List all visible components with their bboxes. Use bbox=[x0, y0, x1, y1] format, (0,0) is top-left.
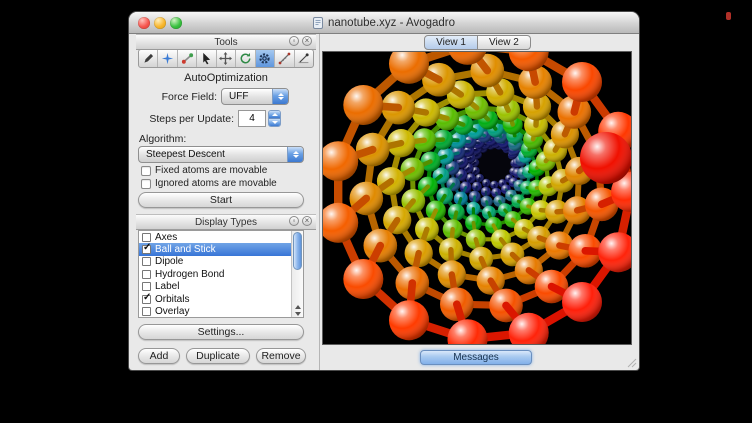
tab-view-2[interactable]: View 2 bbox=[478, 35, 531, 50]
resize-grip-icon[interactable] bbox=[626, 357, 637, 368]
scrollbar-thumb[interactable] bbox=[293, 232, 302, 270]
display-type-row[interactable]: Hydrogen Bond bbox=[139, 268, 303, 280]
display-types-panel-header: Display Types ◦ × bbox=[136, 214, 316, 230]
algorithm-label: Algorithm: bbox=[139, 133, 186, 145]
section-title: AutoOptimization bbox=[136, 72, 316, 84]
checkbox-icon[interactable] bbox=[142, 233, 151, 242]
checkbox-icon bbox=[141, 179, 151, 189]
duplicate-button[interactable]: Duplicate bbox=[186, 348, 250, 364]
add-button[interactable]: Add bbox=[138, 348, 180, 364]
measure-tool-icon bbox=[278, 52, 291, 65]
steps-per-update-label: Steps per Update: bbox=[133, 113, 234, 125]
ignored-atoms-checkbox[interactable]: Ignored atoms are movable bbox=[141, 178, 277, 189]
selection-tool[interactable] bbox=[197, 50, 216, 67]
titlebar[interactable]: nanotube.xyz - Avogadro bbox=[129, 12, 639, 34]
ignored-atoms-label: Ignored atoms are movable bbox=[155, 178, 277, 189]
force-field-select[interactable]: UFF bbox=[221, 88, 289, 105]
stepper-up-button[interactable] bbox=[269, 111, 280, 119]
display-type-label: Hydrogen Bond bbox=[155, 269, 225, 280]
nanotube-render bbox=[323, 52, 631, 344]
view-tabbar: View 1 View 2 bbox=[320, 34, 635, 50]
manipulate-tool-icon bbox=[219, 52, 232, 65]
checkbox-icon[interactable] bbox=[142, 270, 151, 279]
checkbox-icon[interactable]: ✓ bbox=[142, 295, 151, 304]
float-panel-icon[interactable]: ◦ bbox=[289, 216, 299, 226]
algorithm-select[interactable]: Steepest Descent bbox=[138, 146, 304, 163]
auto-optimize-tool[interactable] bbox=[256, 50, 275, 67]
molecule-canvas[interactable] bbox=[322, 51, 632, 345]
algorithm-value: Steepest Descent bbox=[139, 147, 287, 162]
tab-view-1[interactable]: View 1 bbox=[424, 35, 478, 50]
avogadro-window: nanotube.xyz - Avogadro Tools ◦ × bbox=[129, 12, 639, 370]
display-type-row[interactable]: ✓ Ball and Stick bbox=[139, 243, 303, 255]
minimize-window-button[interactable] bbox=[154, 17, 166, 29]
remove-button[interactable]: Remove bbox=[256, 348, 306, 364]
scroll-down-icon[interactable] bbox=[295, 312, 301, 316]
settings-button[interactable]: Settings... bbox=[138, 324, 304, 340]
window-title: nanotube.xyz - Avogadro bbox=[328, 17, 455, 29]
tools-panel-title: Tools bbox=[214, 37, 237, 48]
display-type-row[interactable]: Dipole bbox=[139, 256, 303, 268]
float-panel-icon[interactable]: ◦ bbox=[289, 36, 299, 46]
draw-tool-icon bbox=[142, 52, 155, 65]
fixed-atoms-label: Fixed atoms are movable bbox=[155, 165, 267, 176]
messages-button[interactable]: Messages bbox=[420, 350, 532, 365]
align-tool-icon bbox=[297, 52, 310, 65]
window-title-area: nanotube.xyz - Avogadro bbox=[313, 17, 455, 29]
display-type-row[interactable]: Overlay bbox=[139, 305, 303, 317]
align-tool[interactable] bbox=[295, 50, 313, 67]
display-type-label: Label bbox=[155, 281, 179, 292]
navigate-tool-icon bbox=[161, 52, 174, 65]
bond-centric-tool[interactable] bbox=[178, 50, 197, 67]
document-proxy-icon bbox=[313, 17, 323, 29]
steps-per-update-stepper: 4 bbox=[238, 110, 281, 127]
checkbox-icon[interactable] bbox=[142, 307, 151, 316]
display-type-label: Orbitals bbox=[155, 294, 189, 305]
checkbox-icon[interactable] bbox=[142, 257, 151, 266]
popup-arrows-icon bbox=[272, 89, 288, 104]
display-type-label: Ball and Stick bbox=[155, 244, 216, 255]
screen-artifact bbox=[726, 12, 731, 20]
display-type-row[interactable]: ✓ Orbitals bbox=[139, 293, 303, 305]
measure-tool[interactable] bbox=[275, 50, 294, 67]
start-button[interactable]: Start bbox=[138, 192, 304, 208]
manipulate-tool[interactable] bbox=[217, 50, 236, 67]
display-types-title: Display Types bbox=[195, 217, 257, 228]
auto-optimize-tool-icon bbox=[258, 52, 271, 65]
force-field-value: UFF bbox=[222, 89, 272, 104]
window-controls bbox=[138, 17, 182, 29]
popup-arrows-icon bbox=[287, 147, 303, 162]
scroll-up-icon[interactable] bbox=[295, 305, 301, 309]
steps-per-update-field[interactable]: 4 bbox=[238, 110, 266, 127]
tool-strip bbox=[138, 49, 314, 68]
stepper-down-button[interactable] bbox=[269, 119, 280, 126]
auto-rotate-tool[interactable] bbox=[236, 50, 255, 67]
fixed-atoms-checkbox[interactable]: Fixed atoms are movable bbox=[141, 165, 267, 176]
checkbox-icon bbox=[141, 166, 151, 176]
close-panel-icon[interactable]: × bbox=[302, 216, 312, 226]
tools-panel-header: Tools ◦ × bbox=[136, 34, 316, 50]
display-type-label: Overlay bbox=[155, 306, 189, 317]
display-type-row[interactable]: Label bbox=[139, 281, 303, 293]
bond-centric-tool-icon bbox=[181, 52, 194, 65]
display-type-label: Axes bbox=[155, 232, 177, 243]
display-types-list: Axes ✓ Ball and Stick Dipole Hydrogen Bo… bbox=[138, 230, 304, 318]
draw-tool[interactable] bbox=[139, 50, 158, 67]
zoom-window-button[interactable] bbox=[170, 17, 182, 29]
scrollbar[interactable] bbox=[291, 231, 303, 317]
force-field-label: Force Field: bbox=[133, 91, 217, 103]
selection-tool-icon bbox=[200, 52, 213, 65]
dock-splitter[interactable] bbox=[319, 34, 320, 370]
navigate-tool[interactable] bbox=[158, 50, 177, 67]
close-panel-icon[interactable]: × bbox=[302, 36, 312, 46]
auto-rotate-tool-icon bbox=[239, 52, 252, 65]
display-type-row[interactable]: Axes bbox=[139, 231, 303, 243]
checkbox-icon[interactable] bbox=[142, 282, 151, 291]
display-type-label: Dipole bbox=[155, 256, 183, 267]
checkbox-icon[interactable]: ✓ bbox=[142, 245, 151, 254]
close-window-button[interactable] bbox=[138, 17, 150, 29]
